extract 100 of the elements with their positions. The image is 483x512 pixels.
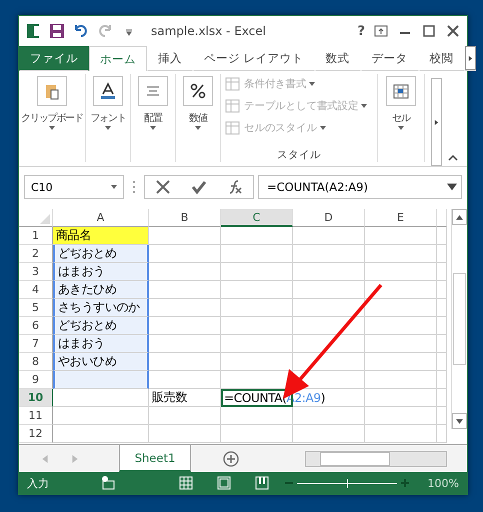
table-cell (365, 299, 437, 317)
right-arrow-icon[interactable] (468, 56, 473, 60)
table-cell: 商品名 (53, 227, 149, 245)
table-cell: 販売数 (149, 389, 221, 407)
row-header[interactable]: 1 (19, 227, 53, 245)
ribbon-group-button[interactable]: セル (392, 111, 410, 125)
table-cell (293, 407, 365, 425)
column-header[interactable]: A (53, 209, 149, 227)
formula-field[interactable]: =COUNTA(A2:A9) (258, 175, 462, 199)
ribbon-tab[interactable]: ページ レイアウト (193, 46, 315, 71)
scroll-up-button[interactable] (452, 209, 467, 225)
table-cell (221, 263, 293, 281)
cancel-icon[interactable] (155, 179, 171, 195)
name-box[interactable]: C10 (24, 175, 124, 199)
clipboard-icon[interactable] (37, 76, 67, 106)
maximize-icon[interactable] (421, 23, 437, 39)
table-cell (221, 299, 293, 317)
ribbon-display-icon[interactable] (373, 23, 389, 39)
font-color-icon[interactable] (93, 76, 123, 106)
dropdown-icon[interactable] (105, 125, 111, 131)
table-cell (365, 227, 437, 245)
percent-icon[interactable] (183, 76, 213, 106)
help-button[interactable]: ? (357, 24, 365, 38)
ribbon-group-button[interactable]: フォント (90, 111, 126, 125)
ribbon-tab[interactable]: ホーム (89, 46, 147, 71)
row-header[interactable]: 7 (19, 335, 53, 353)
table-cell (221, 227, 293, 245)
excel-logo-icon[interactable] (25, 23, 41, 39)
table-cell (293, 245, 365, 263)
scrollbar-thumb[interactable] (453, 273, 466, 365)
window-title: sample.xlsx - Excel (151, 24, 267, 38)
row-header[interactable]: 3 (19, 263, 53, 281)
table-cell: はまおう (53, 335, 149, 353)
row-header[interactable]: 9 (19, 371, 53, 389)
scroll-right-button[interactable] (464, 46, 476, 70)
table-cell (437, 263, 447, 281)
table-cell (221, 371, 293, 389)
collapse-ribbon-icon[interactable] (447, 152, 459, 162)
table-cell (365, 371, 437, 389)
ribbon-group-button[interactable]: 配置 (144, 111, 162, 125)
table-cell (293, 353, 365, 371)
row-header[interactable]: 10 (19, 389, 53, 407)
table-cell (437, 353, 447, 371)
table-cell (149, 281, 221, 299)
scroll-down-button[interactable] (452, 413, 467, 429)
dropdown-icon[interactable] (150, 125, 156, 131)
page-layout-icon[interactable] (217, 476, 231, 490)
up-arrow-icon[interactable] (456, 214, 463, 220)
row-header[interactable]: 2 (19, 245, 53, 263)
macro-icon[interactable] (101, 476, 115, 490)
save-icon[interactable] (49, 23, 65, 39)
normal-view-icon[interactable] (179, 476, 193, 490)
ribbon-tab[interactable]: データ (360, 46, 419, 71)
down-arrow-icon[interactable] (456, 418, 463, 424)
align-icon[interactable] (138, 76, 168, 106)
ribbon-group-button[interactable]: 数値 (189, 111, 207, 125)
add-sheet-icon[interactable] (223, 450, 239, 466)
table-icon[interactable] (386, 76, 416, 106)
row-header[interactable]: 5 (19, 299, 53, 317)
group-label: スタイル (276, 148, 322, 162)
expand-icon[interactable] (447, 182, 457, 192)
row-header[interactable]: 11 (19, 407, 53, 425)
ribbon-tab[interactable]: 挿入 (147, 46, 193, 71)
undo-icon[interactable] (73, 23, 89, 39)
dropdown-icon[interactable] (111, 184, 117, 190)
column-header[interactable]: C (221, 209, 293, 227)
page-break-icon[interactable] (255, 476, 269, 490)
table-cell (437, 335, 447, 353)
right-arrow-icon[interactable] (434, 120, 439, 124)
ribbon-tab[interactable]: ファイル (19, 46, 89, 71)
table-cell (149, 353, 221, 371)
column-header[interactable]: B (149, 209, 221, 227)
column-header[interactable]: E (365, 209, 437, 227)
table-cell (437, 245, 447, 263)
horizontal-scrollbar[interactable] (305, 450, 447, 466)
table-cell (365, 389, 437, 407)
column-header[interactable]: D (293, 209, 365, 227)
table-cell (365, 353, 437, 371)
table-cell (365, 317, 437, 335)
ribbon-group-button[interactable]: クリップボード (21, 111, 83, 125)
close-icon[interactable] (445, 23, 461, 39)
table-cell (293, 317, 365, 335)
zoom-level[interactable]: 100% (428, 476, 459, 490)
check-icon[interactable] (191, 179, 207, 195)
table-cell (221, 353, 293, 371)
table-cell (149, 371, 221, 389)
sheet-tab[interactable]: Sheet1 (119, 445, 191, 472)
row-header[interactable]: 12 (19, 425, 53, 443)
ribbon-tab[interactable]: 数式 (314, 46, 361, 71)
table-cell (293, 227, 365, 245)
dropdown-icon[interactable] (195, 125, 201, 131)
table-cell (437, 389, 447, 407)
row-header[interactable]: 8 (19, 353, 53, 371)
function-icon[interactable] (227, 179, 243, 195)
dropdown-icon[interactable] (398, 125, 404, 131)
row-header[interactable]: 6 (19, 317, 53, 335)
dropdown-icon[interactable] (49, 125, 55, 131)
row-header[interactable]: 4 (19, 281, 53, 299)
table-cell: どぢおとめ (53, 245, 149, 263)
status-mode: 入力 (27, 476, 49, 490)
